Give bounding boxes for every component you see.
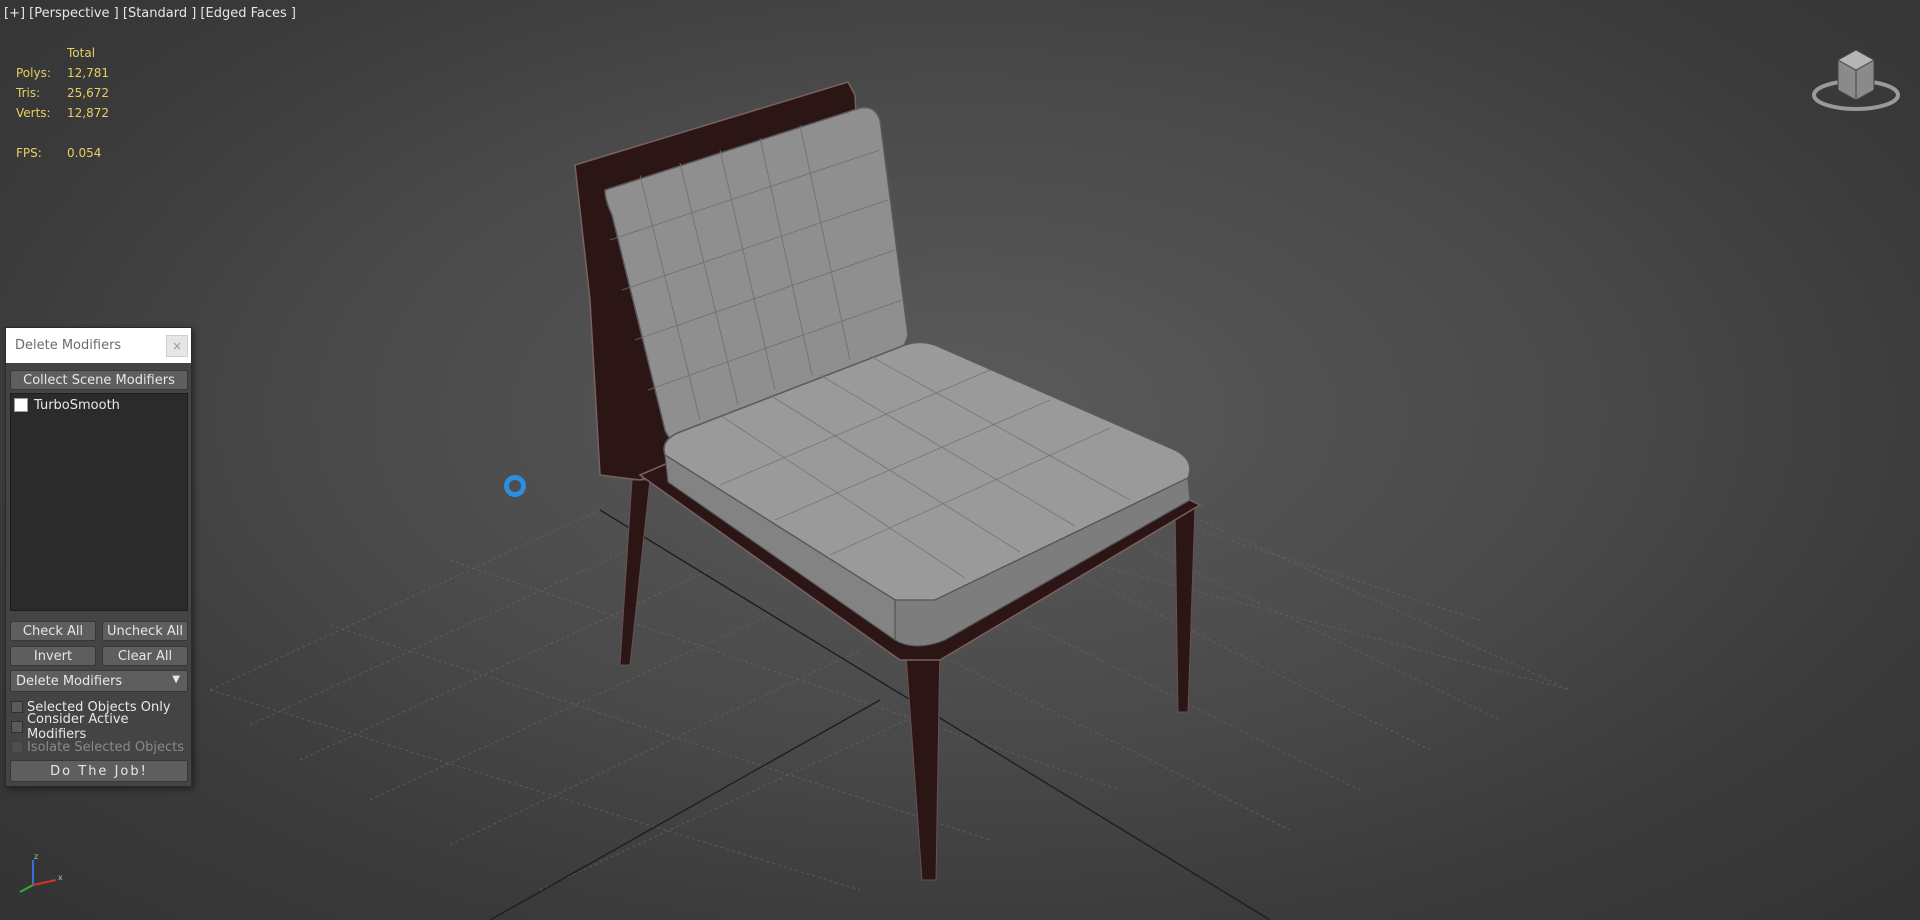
chevron-down-icon: ▼ — [172, 674, 180, 685]
dialog-title: Delete Modifiers — [15, 338, 122, 353]
list-item[interactable]: TurboSmooth — [11, 396, 187, 414]
mode-dropdown-value: Delete Modifiers — [16, 673, 123, 689]
viewport-scene[interactable] — [0, 0, 1920, 920]
isolate-selected-objects-option: Isolate Selected Objects — [11, 738, 184, 756]
mode-dropdown[interactable]: Delete Modifiers ▼ — [10, 670, 188, 692]
clear-all-button[interactable]: Clear All — [102, 646, 188, 666]
invert-button[interactable]: Invert — [10, 646, 96, 666]
modifier-list[interactable]: TurboSmooth — [10, 393, 188, 611]
consider-active-modifiers-option[interactable]: Consider Active Modifiers — [11, 712, 191, 742]
option-checkbox[interactable] — [11, 701, 23, 713]
uncheck-all-button[interactable]: Uncheck All — [102, 621, 188, 641]
viewcube-icon[interactable] — [1808, 40, 1904, 120]
svg-text:z: z — [34, 852, 38, 861]
modifier-checkbox[interactable] — [14, 398, 28, 412]
option-label: Isolate Selected Objects — [27, 739, 184, 755]
close-icon[interactable]: × — [166, 335, 188, 357]
axis-gizmo-icon: z x — [19, 852, 63, 893]
option-checkbox[interactable] — [11, 721, 23, 733]
svg-text:x: x — [58, 873, 63, 882]
dialog-title-bar[interactable]: Delete Modifiers × — [6, 328, 191, 363]
modifier-label: TurboSmooth — [34, 397, 120, 413]
chair-model[interactable] — [574, 81, 1202, 881]
do-the-job-button[interactable]: Do The Job! — [10, 760, 188, 782]
loading-ring-icon — [504, 475, 526, 497]
option-checkbox — [11, 741, 23, 753]
collect-scene-modifiers-button[interactable]: Collect Scene Modifiers — [10, 370, 188, 390]
check-all-button[interactable]: Check All — [10, 621, 96, 641]
delete-modifiers-dialog: Delete Modifiers × Collect Scene Modifie… — [5, 327, 192, 787]
